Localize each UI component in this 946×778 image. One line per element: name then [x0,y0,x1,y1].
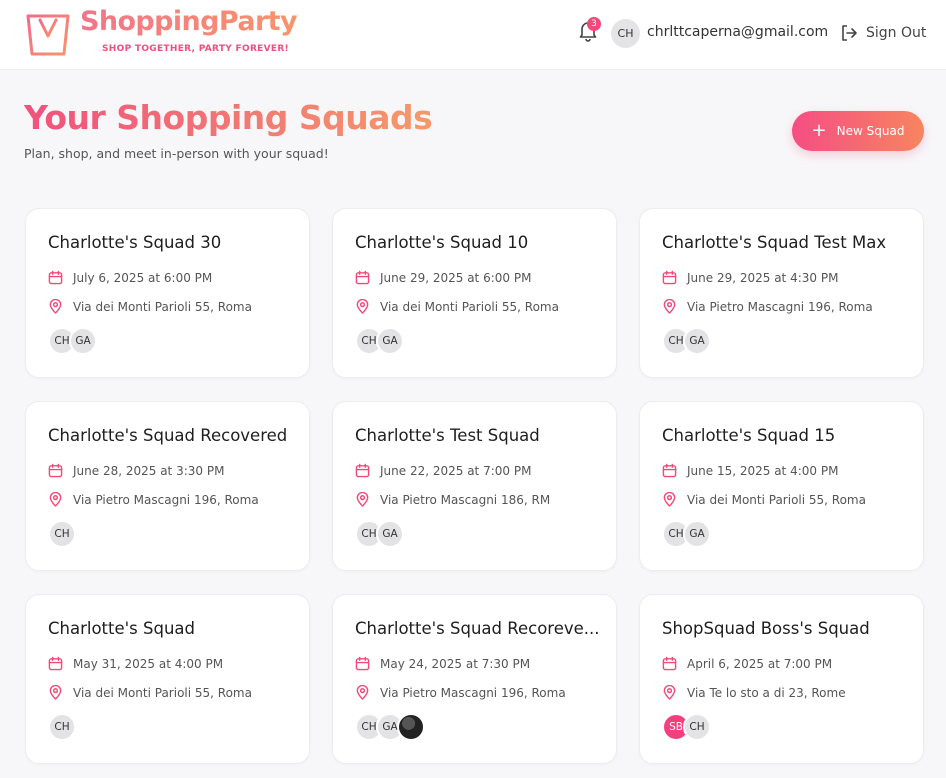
calendar-icon [48,270,63,285]
squad-location: Via Pietro Mascagni 196, Roma [662,299,873,314]
squad-date: April 6, 2025 at 7:00 PM [662,656,832,671]
squad-card[interactable]: Charlotte's Squad Recoreve... May 24, 202… [332,594,617,764]
squad-location-text: Via Pietro Mascagni 196, Roma [687,299,873,314]
calendar-icon [48,463,63,478]
squad-location: Via dei Monti Parioli 55, Roma [48,299,252,314]
squad-date: June 29, 2025 at 4:30 PM [662,270,838,285]
squad-date-text: June 22, 2025 at 7:00 PM [380,463,532,478]
member-avatar: GA [376,520,404,548]
squad-location: Via Pietro Mascagni 196, Roma [48,492,259,507]
squad-location-text: Via Pietro Mascagni 186, RM [380,492,551,507]
calendar-icon [662,656,677,671]
squad-name: Charlotte's Squad 30 [48,233,222,252]
calendar-icon [662,270,677,285]
new-squad-button[interactable]: + New Squad [792,111,924,151]
squad-name: Charlotte's Squad 10 [355,233,529,252]
squad-date: May 24, 2025 at 7:30 PM [355,656,530,671]
brand-tagline: SHOP TOGETHER, PARTY FOREVER! [102,44,289,54]
squad-card[interactable]: Charlotte's Squad 15 June 15, 2025 at 4:0… [639,401,924,571]
member-avatar: GA [683,327,711,355]
sign-out-button[interactable]: Sign Out [840,22,926,44]
location-pin-icon [663,492,676,507]
squad-date: June 29, 2025 at 6:00 PM [355,270,531,285]
notification-badge: 3 [587,17,601,31]
squad-date-text: June 29, 2025 at 4:30 PM [687,270,839,285]
squad-name: ShopSquad Boss's Squad [662,619,870,638]
squad-location-text: Via dei Monti Parioli 55, Roma [73,299,252,314]
member-avatar: GA [376,327,404,355]
location-pin-icon [663,685,676,700]
squad-date: June 22, 2025 at 7:00 PM [355,463,531,478]
squad-location-text: Via Pietro Mascagni 196, Roma [380,685,566,700]
squad-date-text: May 24, 2025 at 7:30 PM [380,656,531,671]
calendar-icon [355,656,370,671]
squad-location: Via dei Monti Parioli 55, Roma [355,299,559,314]
squad-location: Via dei Monti Parioli 55, Roma [662,492,866,507]
squad-card[interactable]: Charlotte's Squad May 31, 2025 at 4:00 PM… [25,594,310,764]
squad-date-text: June 28, 2025 at 3:30 PM [73,463,225,478]
member-avatar [397,713,425,741]
squad-card[interactable]: Charlotte's Squad Recovered June 28, 2025… [25,401,310,571]
member-avatar: CH [48,520,76,548]
squad-location-text: Via dei Monti Parioli 55, Roma [687,492,866,507]
squad-location-text: Via Pietro Mascagni 196, Roma [73,492,259,507]
location-pin-icon [49,299,62,314]
squad-card[interactable]: Charlotte's Squad Test Max June 29, 2025 … [639,208,924,378]
squad-location: Via dei Monti Parioli 55, Roma [48,685,252,700]
squad-card[interactable]: Charlotte's Test Squad June 22, 2025 at 7… [332,401,617,571]
location-pin-icon [663,299,676,314]
squad-name: Charlotte's Squad [48,619,196,638]
member-avatar: CH [48,713,76,741]
squad-date-text: April 6, 2025 at 7:00 PM [687,656,833,671]
squad-location: Via Te lo sto a di 23, Rome [662,685,846,700]
squad-date-text: May 31, 2025 at 4:00 PM [73,656,224,671]
squad-date-text: June 29, 2025 at 6:00 PM [380,270,532,285]
user-email: chrlttcaperna@gmail.com [647,24,829,40]
member-avatar: GA [69,327,97,355]
calendar-icon [355,463,370,478]
member-avatar: CH [683,713,711,741]
squad-location-text: Via dei Monti Parioli 55, Roma [380,299,559,314]
plus-icon: + [811,120,827,141]
squad-name: Charlotte's Squad Recoreve... [355,619,600,638]
squad-date-text: June 15, 2025 at 4:00 PM [687,463,839,478]
squad-name: Charlotte's Squad Recovered [48,426,288,445]
top-header: ShoppingParty SHOP TOGETHER, PARTY FOREV… [0,0,946,70]
squad-date: June 28, 2025 at 3:30 PM [48,463,224,478]
squad-location-text: Via Te lo sto a di 23, Rome [687,685,846,700]
squad-date-text: July 6, 2025 at 6:00 PM [73,270,213,285]
squad-location: Via Pietro Mascagni 186, RM [355,492,550,507]
location-pin-icon [356,299,369,314]
user-avatar[interactable]: CH [611,19,640,48]
squad-name: Charlotte's Squad 15 [662,426,836,445]
calendar-icon [662,463,677,478]
member-avatar: GA [683,520,711,548]
location-pin-icon [49,685,62,700]
brand-name[interactable]: ShoppingParty [80,6,298,37]
sign-out-label: Sign Out [866,25,927,41]
location-pin-icon [356,685,369,700]
location-pin-icon [49,492,62,507]
sign-out-icon [842,25,857,41]
squad-date: June 15, 2025 at 4:00 PM [662,463,838,478]
squad-card[interactable]: Charlotte's Squad 10 June 29, 2025 at 6:0… [332,208,617,378]
page-subtitle: Plan, shop, and meet in-person with your… [24,146,329,161]
squad-card[interactable]: Charlotte's Squad 30 July 6, 2025 at 6:00… [25,208,310,378]
location-pin-icon [356,492,369,507]
new-squad-label: New Squad [836,124,905,138]
squad-location: Via Pietro Mascagni 196, Roma [355,685,566,700]
shopping-bag-logo-icon[interactable] [24,10,72,56]
squad-location-text: Via dei Monti Parioli 55, Roma [73,685,252,700]
squad-card[interactable]: ShopSquad Boss's Squad April 6, 2025 at 7… [639,594,924,764]
squad-name: Charlotte's Test Squad [355,426,540,445]
calendar-icon [355,270,370,285]
squad-date: July 6, 2025 at 6:00 PM [48,270,212,285]
squad-date: May 31, 2025 at 4:00 PM [48,656,223,671]
page-title: Your Shopping Squads [24,98,433,137]
squad-name: Charlotte's Squad Test Max [662,233,887,252]
calendar-icon [48,656,63,671]
